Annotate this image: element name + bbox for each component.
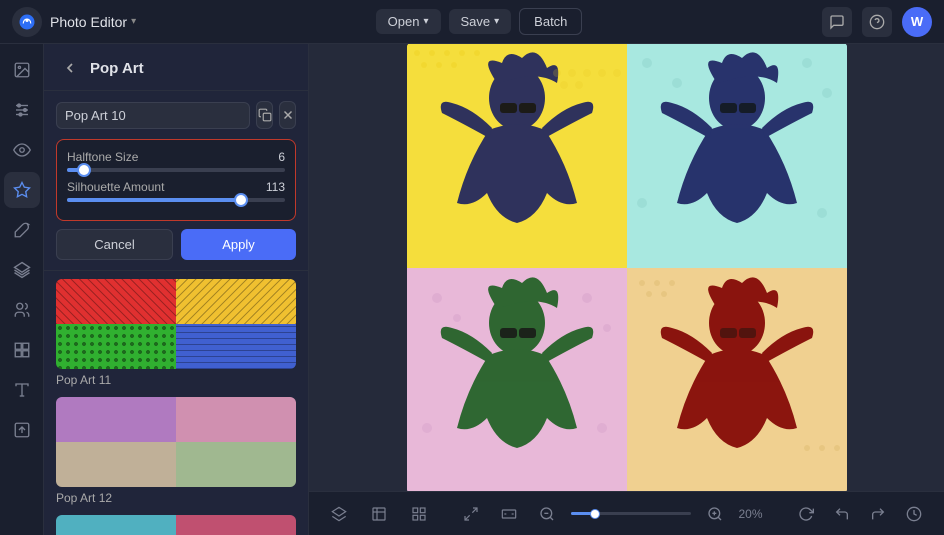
back-button[interactable]: [58, 56, 82, 80]
group-tool-button[interactable]: [4, 292, 40, 328]
popart-cell-4: [627, 268, 847, 492]
effects-panel: Pop Art Halftone Siz: [44, 44, 309, 535]
zoom-track[interactable]: [571, 512, 691, 515]
zoom-out-icon[interactable]: [533, 500, 561, 528]
open-button[interactable]: Open ▾: [376, 9, 441, 34]
save-button[interactable]: Save ▾: [449, 9, 512, 34]
avatar[interactable]: W: [902, 7, 932, 37]
aspect-icon[interactable]: [495, 500, 523, 528]
popart-13-thumbnail: [56, 515, 296, 535]
panel-header: Pop Art: [44, 44, 308, 91]
action-row: Cancel Apply: [56, 229, 296, 260]
halftone-track: [67, 168, 285, 172]
popart-11-thumbnail: [56, 279, 296, 369]
silhouette-fill: [67, 198, 241, 202]
layers-bottom-icon[interactable]: [325, 500, 353, 528]
icon-sidebar: [0, 44, 44, 535]
preset-name-row: [56, 101, 296, 129]
halftone-thumb[interactable]: [77, 163, 91, 177]
popart-12-thumbnail: [56, 397, 296, 487]
batch-button[interactable]: Batch: [519, 8, 582, 35]
preset-name-input[interactable]: [56, 102, 250, 129]
grid-bottom-icon[interactable]: [405, 500, 433, 528]
topbar-center: Open ▾ Save ▾ Batch: [136, 8, 822, 35]
undo-icon[interactable]: [828, 500, 856, 528]
halftone-slider-row: Halftone Size 6: [67, 150, 285, 172]
shapes-tool-button[interactable]: [4, 332, 40, 368]
preset-thumbnail-list: Pop Art 11 Pop Art 12: [44, 271, 308, 535]
preset-controls: Halftone Size 6 Silhouette Amount 113: [44, 91, 308, 271]
popart-cell-2: [627, 44, 847, 268]
main-area: Pop Art Halftone Siz: [0, 44, 944, 535]
silhouette-track: [67, 198, 285, 202]
canvas-viewport[interactable]: [309, 44, 944, 491]
popart-cell-1: [407, 44, 627, 268]
canvas-area: 20%: [309, 44, 944, 535]
app-title[interactable]: Photo Editor ▾: [50, 14, 136, 30]
topbar: Photo Editor ▾ Open ▾ Save ▾ Batch W: [0, 0, 944, 44]
silhouette-thumb[interactable]: [234, 193, 248, 207]
bottom-bar: 20%: [309, 491, 944, 535]
copy-preset-button[interactable]: [256, 101, 273, 129]
history-icon[interactable]: [900, 500, 928, 528]
halftone-value: 6: [278, 150, 285, 164]
halftone-label: Halftone Size: [67, 150, 138, 164]
effects-tool-button[interactable]: [4, 172, 40, 208]
cancel-button[interactable]: Cancel: [56, 229, 173, 260]
layers-tool-button[interactable]: [4, 252, 40, 288]
fit-icon[interactable]: [457, 500, 485, 528]
bottom-bar-right: [792, 500, 928, 528]
close-preset-button[interactable]: [279, 101, 296, 129]
zoom-in-icon[interactable]: [701, 500, 729, 528]
app-logo: [12, 7, 42, 37]
brush-tool-button[interactable]: [4, 212, 40, 248]
eye-tool-button[interactable]: [4, 132, 40, 168]
text-tool-button[interactable]: [4, 372, 40, 408]
panel-title: Pop Art: [90, 60, 294, 77]
silhouette-value: 113: [266, 180, 285, 194]
popart-12-label: Pop Art 12: [56, 491, 296, 505]
popart-11-label: Pop Art 11: [56, 373, 296, 387]
popart-canvas: [407, 44, 847, 491]
redo-icon[interactable]: [864, 500, 892, 528]
slider-section: Halftone Size 6 Silhouette Amount 113: [56, 139, 296, 221]
zoom-percent: 20%: [739, 507, 769, 521]
image-tool-button[interactable]: [4, 52, 40, 88]
bottom-bar-center: 20%: [449, 500, 776, 528]
silhouette-label: Silhouette Amount: [67, 180, 164, 194]
bottom-bar-left: [325, 500, 433, 528]
list-item[interactable]: Pop Art 13: [56, 515, 296, 535]
refresh-icon[interactable]: [792, 500, 820, 528]
export-tool-button[interactable]: [4, 412, 40, 448]
zoom-thumb[interactable]: [590, 509, 600, 519]
topbar-right: W: [822, 7, 932, 37]
list-item[interactable]: Pop Art 11: [56, 279, 296, 387]
silhouette-slider-row: Silhouette Amount 113: [67, 180, 285, 202]
popart-cell-3: [407, 268, 627, 492]
chat-button[interactable]: [822, 7, 852, 37]
list-item[interactable]: Pop Art 12: [56, 397, 296, 505]
apply-button[interactable]: Apply: [181, 229, 296, 260]
transform-bottom-icon[interactable]: [365, 500, 393, 528]
adjust-tool-button[interactable]: [4, 92, 40, 128]
help-button[interactable]: [862, 7, 892, 37]
